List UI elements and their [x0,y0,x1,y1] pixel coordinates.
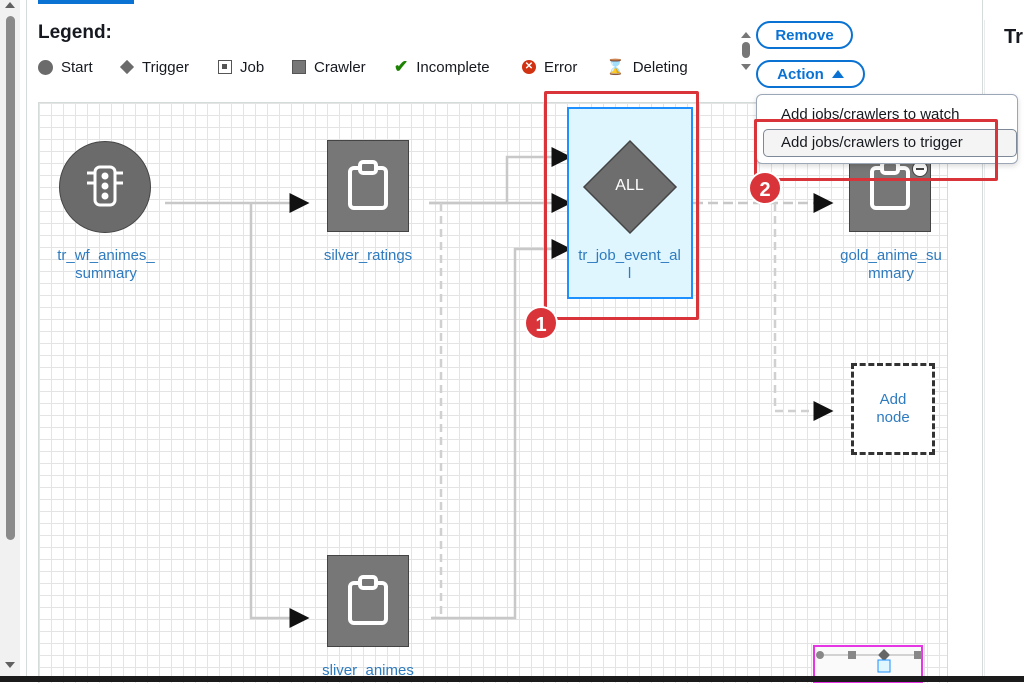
sliver-animes-node[interactable] [327,555,409,647]
trigger-icon [119,59,135,75]
edge-dashed-back [431,203,443,620]
edge-trigger-add-node [773,203,834,421]
legend-start: Start [38,56,93,78]
clipboard-icon [348,160,388,210]
scroll-down-arrow-icon[interactable] [5,662,15,668]
add-node-label-line1: Add [879,391,907,408]
callout-highlight-menu-item [754,119,998,181]
start-icon [38,59,53,75]
gold-label-line2: mmary [868,265,914,282]
start-trigger-label-line2: summary [75,265,137,282]
scroll-up-arrow-icon[interactable] [5,2,15,8]
legend-incomplete-label: Incomplete [416,58,490,76]
crawler-icon [292,60,306,74]
gold-label-line1: gold_anime_su [840,247,942,264]
legend-scroll-down-icon[interactable] [741,64,751,70]
right-panel-title: Tr [1004,26,1023,48]
legend-incomplete: ✔ Incomplete [394,56,490,78]
legend-job: Job [218,56,264,78]
start-trigger-node[interactable] [59,141,151,233]
legend-scrollbar[interactable] [738,30,754,74]
legend-error: ✕ Error [522,56,577,78]
taskbar-edge [0,676,1024,682]
legend-deleting: ⌛ Deleting [606,56,688,78]
callout-badge-1: 1 [524,306,558,340]
callout-badge-2: 2 [748,171,782,205]
page-scrollbar-thumb[interactable] [6,16,15,540]
error-icon: ✕ [522,60,536,74]
clipboard-icon [348,575,388,625]
graph-edges [165,147,834,628]
active-tab-indicator [38,0,134,4]
checkmark-icon: ✔ [394,57,409,76]
hourglass-icon: ⌛ [606,59,625,76]
legend-crawler: Crawler [292,56,366,78]
legend-crawler-label: Crawler [314,58,366,76]
legend-scroll-thumb[interactable] [742,42,750,58]
silver-ratings-label[interactable]: silver_ratings [299,247,437,265]
start-trigger-label-line1: tr_wf_animes_ [57,247,155,264]
legend-scroll-up-icon[interactable] [741,32,751,38]
legend-title: Legend: [38,22,112,43]
callout-highlight-trigger [544,91,699,320]
add-node-placeholder[interactable]: Add node [851,363,935,455]
traffic-light-icon [87,165,123,207]
legend-trigger: Trigger [119,56,189,78]
job-icon [218,60,232,74]
legend-job-label: Job [240,58,265,76]
remove-button[interactable]: Remove [756,21,853,49]
legend-start-label: Start [61,58,93,76]
legend-deleting-label: Deleting [632,58,688,76]
gold-anime-summary-label[interactable]: gold_anime_su mmary [829,247,947,283]
workflow-graph-canvas[interactable]: tr_wf_animes_ summary silver_ratings ALL… [38,102,948,683]
edge-start-sliver-animes [249,203,310,628]
silver-ratings-node[interactable] [327,140,409,232]
remove-button-label: Remove [775,26,834,44]
caret-up-icon [831,70,844,78]
start-trigger-label[interactable]: tr_wf_animes_ summary [39,247,173,283]
add-node-label-line2: node [876,409,910,426]
action-button-label: Action [777,65,824,83]
legend-trigger-label: Trigger [142,58,189,76]
legend-error-label: Error [544,58,578,76]
action-button[interactable]: Action [756,60,865,88]
